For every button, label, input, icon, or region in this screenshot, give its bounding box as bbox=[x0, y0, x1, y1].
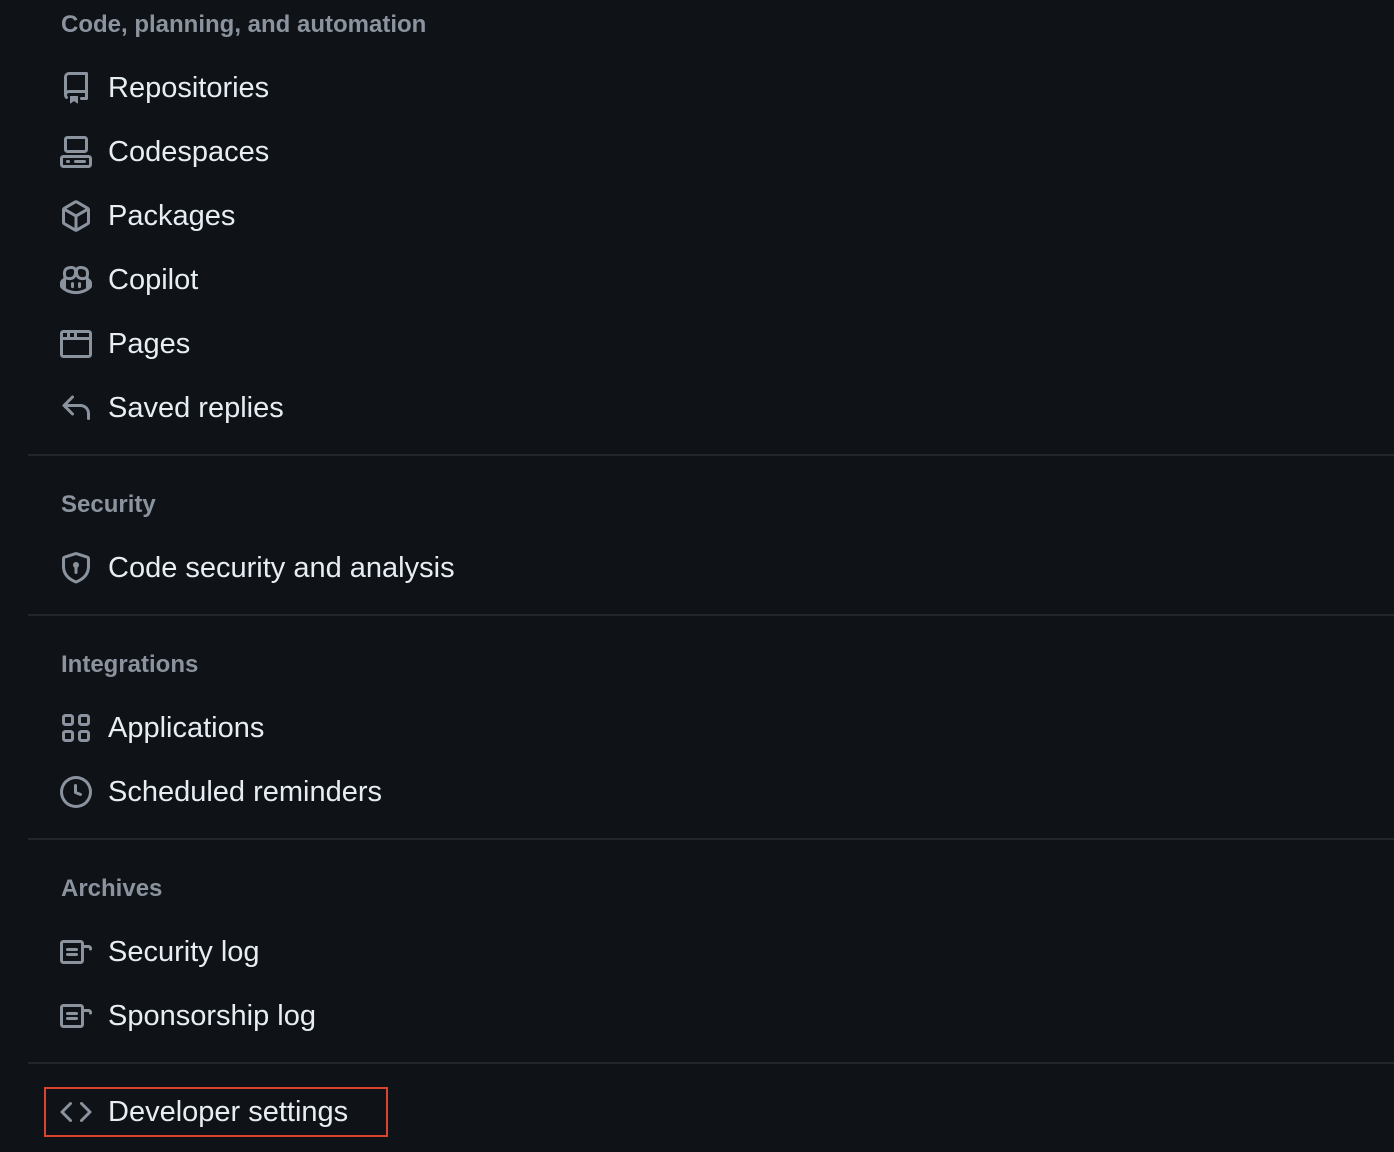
sidebar-item-label: Applications bbox=[108, 711, 265, 744]
section-header-security: Security bbox=[61, 491, 156, 518]
repo-icon bbox=[60, 72, 92, 104]
log-icon bbox=[60, 936, 92, 968]
sidebar-item-label: Developer settings bbox=[108, 1095, 349, 1128]
sidebar-item-label: Saved replies bbox=[108, 391, 284, 424]
sidebar-item-label: Packages bbox=[108, 199, 236, 232]
sidebar-item-label: Codespaces bbox=[108, 135, 270, 168]
sidebar-item-label: Code security and analysis bbox=[108, 551, 455, 584]
section-divider bbox=[28, 1062, 1394, 1064]
sidebar-item-label: Pages bbox=[108, 327, 191, 360]
section-header-archives: Archives bbox=[61, 875, 163, 902]
browser-icon bbox=[60, 328, 92, 360]
copilot-icon bbox=[60, 264, 92, 296]
sidebar-item-saved-replies[interactable]: Saved replies bbox=[60, 388, 284, 428]
sidebar-item-label: Security log bbox=[108, 935, 260, 968]
sidebar-item-applications[interactable]: Applications bbox=[60, 708, 264, 748]
package-icon bbox=[60, 200, 92, 232]
sidebar-item-label: Copilot bbox=[108, 263, 199, 296]
sidebar-item-codespaces[interactable]: Codespaces bbox=[60, 132, 269, 172]
section-divider bbox=[28, 614, 1394, 616]
section-divider bbox=[28, 454, 1394, 456]
sidebar-item-label: Scheduled reminders bbox=[108, 775, 383, 808]
reply-icon bbox=[60, 392, 92, 424]
sidebar-item-scheduled-reminders[interactable]: Scheduled reminders bbox=[60, 772, 382, 812]
sidebar-item-sponsorship-log[interactable]: Sponsorship log bbox=[60, 996, 316, 1036]
codespaces-icon bbox=[60, 136, 92, 168]
log-icon bbox=[60, 1000, 92, 1032]
sidebar-item-security-log[interactable]: Security log bbox=[60, 932, 260, 972]
apps-icon bbox=[60, 712, 92, 744]
section-header-code-planning: Code, planning, and automation bbox=[61, 11, 427, 38]
shield-lock-icon bbox=[60, 552, 92, 584]
sidebar-item-packages[interactable]: Packages bbox=[60, 196, 235, 236]
sidebar-item-pages[interactable]: Pages bbox=[60, 324, 190, 364]
section-header-integrations: Integrations bbox=[61, 651, 199, 678]
sidebar-item-developer-settings[interactable]: Developer settings bbox=[60, 1092, 348, 1132]
sidebar-item-code-security[interactable]: Code security and analysis bbox=[60, 548, 455, 588]
code-icon bbox=[60, 1096, 92, 1128]
clock-icon bbox=[60, 776, 92, 808]
sidebar-item-copilot[interactable]: Copilot bbox=[60, 260, 198, 300]
sidebar-item-label: Sponsorship log bbox=[108, 999, 316, 1032]
sidebar-item-repositories[interactable]: Repositories bbox=[60, 68, 269, 108]
sidebar-item-label: Repositories bbox=[108, 71, 270, 104]
section-divider bbox=[28, 838, 1394, 840]
